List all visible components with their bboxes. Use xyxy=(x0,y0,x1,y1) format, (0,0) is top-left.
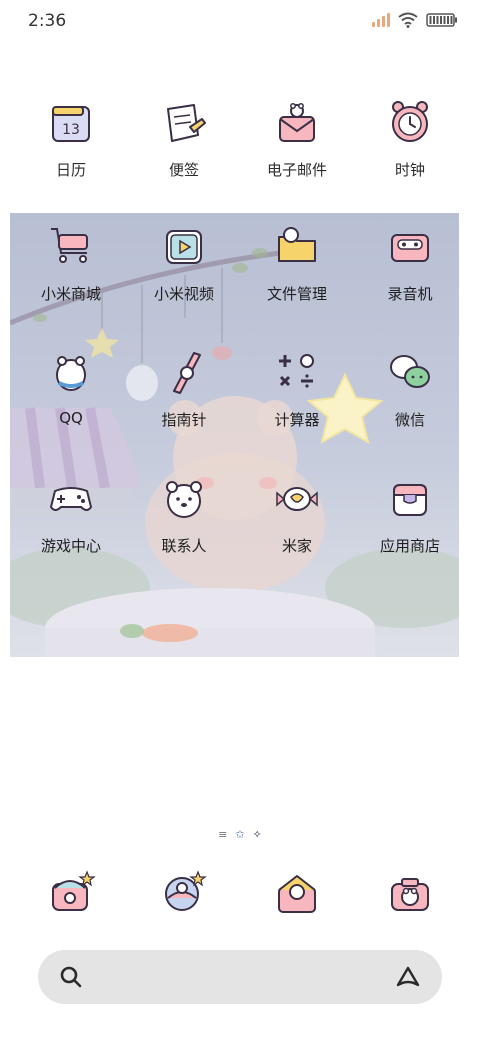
app-label: 录音机 xyxy=(387,285,433,303)
app-label: 米家 xyxy=(281,537,312,555)
compass-icon xyxy=(173,352,201,394)
search-input[interactable] xyxy=(94,962,374,992)
page-indicator-sparkle-icon: ✧ xyxy=(252,828,262,841)
app-label: 指南针 xyxy=(161,411,207,429)
app-store-icon xyxy=(393,484,427,516)
search-icon[interactable] xyxy=(58,964,84,990)
app-label: QQ xyxy=(59,409,83,427)
notes-icon xyxy=(167,104,206,142)
app-qq[interactable]: QQ xyxy=(16,347,126,427)
app-label: 游戏中心 xyxy=(40,537,101,555)
status-bar: 2:36 xyxy=(0,0,480,40)
page-indicator-list-icon: ≡ xyxy=(218,828,228,841)
video-icon xyxy=(166,230,202,264)
assistant-icon[interactable] xyxy=(394,963,422,991)
app-game-center[interactable]: 游戏中心 xyxy=(16,473,126,556)
app-label: 小米商城 xyxy=(40,285,101,303)
camera-icon[interactable] xyxy=(384,868,436,920)
wifi-icon xyxy=(398,12,418,28)
wechat-icon xyxy=(390,355,430,388)
phone-icon[interactable] xyxy=(45,868,97,920)
app-label: 联系人 xyxy=(161,537,207,555)
app-clock[interactable]: 时钟 xyxy=(355,97,465,180)
app-label: 文件管理 xyxy=(266,285,327,303)
calendar-icon: 13 xyxy=(52,106,90,142)
page-indicator[interactable]: ≡ ✩ ✧ xyxy=(0,828,480,841)
wallpaper-widget: 小米商城 小米视频 文件管理 录音机 QQ 指南针 计算器 微信 游戏中心 联系… xyxy=(10,213,459,657)
search-bar[interactable] xyxy=(38,950,442,1004)
clock-icon xyxy=(392,101,428,142)
gamepad-icon xyxy=(50,487,92,511)
browser-icon[interactable] xyxy=(158,868,210,920)
app-label: 小米视频 xyxy=(153,285,214,303)
app-notes[interactable]: 便签 xyxy=(129,97,239,180)
messages-icon[interactable] xyxy=(271,868,323,920)
app-label: 计算器 xyxy=(274,411,320,429)
app-calculator[interactable]: 计算器 xyxy=(242,347,352,430)
app-app-store[interactable]: 应用商店 xyxy=(355,473,459,556)
app-email[interactable]: 电子邮件 xyxy=(242,97,352,180)
battery-icon xyxy=(426,13,457,27)
app-label: 日历 xyxy=(55,161,86,179)
app-mi-store[interactable]: 小米商城 xyxy=(16,221,126,304)
status-icons xyxy=(372,12,458,28)
app-label: 应用商店 xyxy=(379,537,440,555)
app-compass[interactable]: 指南针 xyxy=(129,347,239,430)
svg-text:13: 13 xyxy=(62,122,80,138)
app-recorder[interactable]: 录音机 xyxy=(355,221,459,304)
app-file-manager[interactable]: 文件管理 xyxy=(242,221,352,304)
mijia-icon xyxy=(276,487,318,511)
qq-icon xyxy=(56,356,86,391)
recorder-icon xyxy=(391,234,429,262)
app-mi-video[interactable]: 小米视频 xyxy=(129,221,239,304)
page-indicator-star-icon: ✩ xyxy=(235,828,245,841)
email-icon xyxy=(279,103,315,142)
calculator-icon xyxy=(279,354,314,388)
app-label: 时钟 xyxy=(394,161,425,179)
contacts-icon xyxy=(166,481,202,518)
app-mijia[interactable]: 米家 xyxy=(242,473,352,556)
app-wechat[interactable]: 微信 xyxy=(355,347,459,430)
app-calendar[interactable]: 13 日历 xyxy=(16,97,126,180)
app-label: 电子邮件 xyxy=(266,161,327,179)
folder-icon xyxy=(278,227,316,262)
shopping-cart-icon xyxy=(51,228,88,263)
status-time: 2:36 xyxy=(28,11,67,31)
signal-icon xyxy=(372,13,390,27)
app-label: 便签 xyxy=(168,161,199,179)
app-label: 微信 xyxy=(394,411,425,429)
app-contacts[interactable]: 联系人 xyxy=(129,473,239,556)
